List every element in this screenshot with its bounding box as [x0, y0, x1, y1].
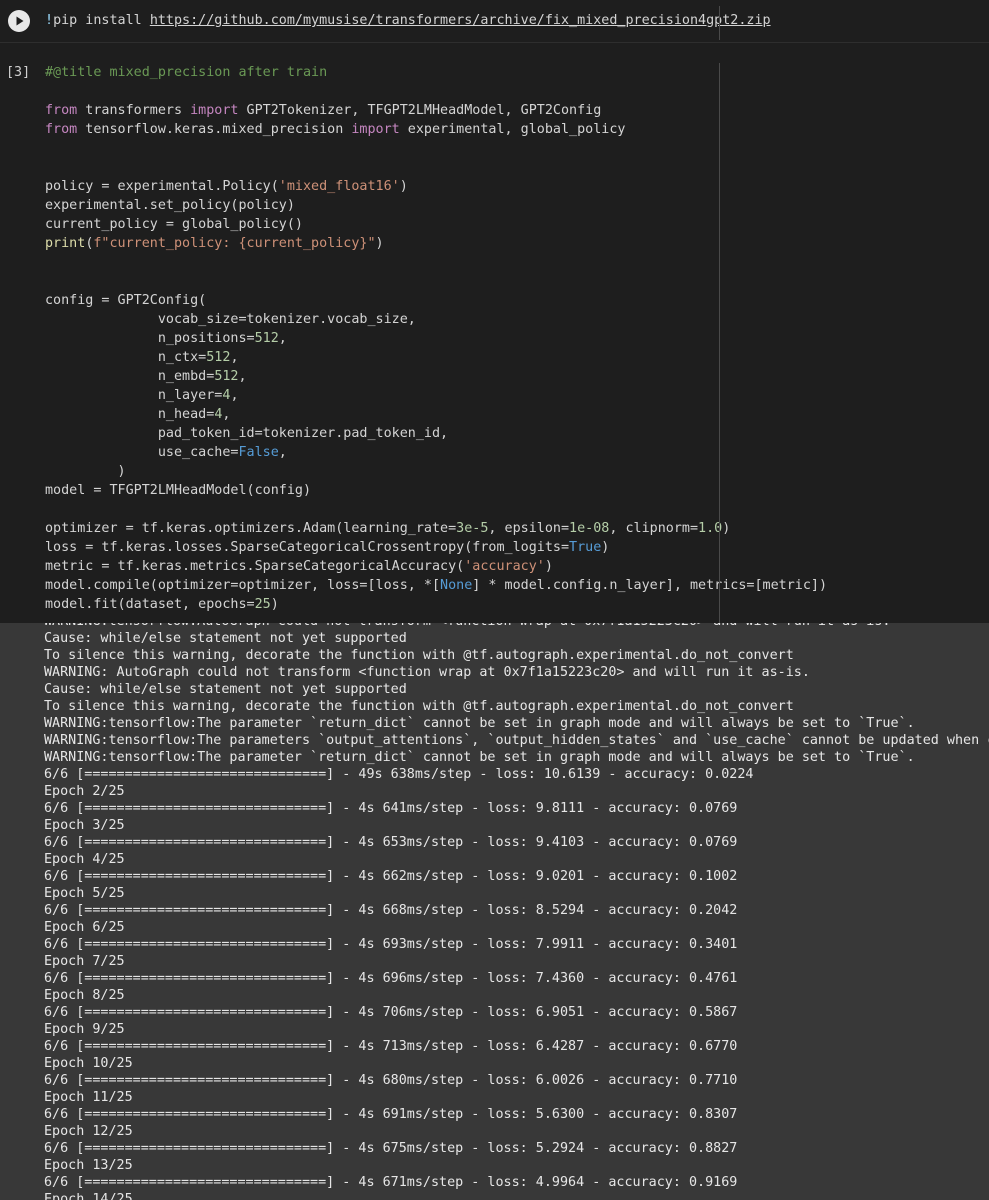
code-line-25: optimizer = tf.keras.optimizers.Adam(lea… [45, 521, 731, 536]
code-cell-training[interactable]: [3] #@title mixed_precision after train f… [0, 53, 989, 665]
code-line-26: loss = tf.keras.losses.SparseCategorical… [45, 540, 610, 555]
output-line: Epoch 13/25 [44, 1158, 133, 1173]
code-cell-pip-install[interactable]: !pip install https://github.com/mymusise… [0, 0, 989, 43]
output-line: 6/6 [==============================] - 4… [44, 971, 738, 986]
output-line: WARNING:tensorflow:AutoGraph could not t… [44, 623, 989, 630]
output-line: 6/6 [==============================] - 4… [44, 937, 738, 952]
code-line-27: metric = tf.keras.metrics.SparseCategori… [45, 559, 553, 574]
code-line-7: policy = experimental.Policy('mixed_floa… [45, 179, 408, 194]
line-length-ruler [719, 63, 720, 665]
output-line: Epoch 14/25 [44, 1192, 133, 1200]
package-url-link[interactable]: https://github.com/mymusise/transformers… [150, 13, 771, 28]
code-line-4: from tensorflow.keras.mixed_precision im… [45, 122, 626, 137]
output-text: WARNING:tensorflow:AutoGraph could not t… [44, 623, 989, 1200]
output-line: 6/6 [==============================] - 4… [44, 801, 738, 816]
code-line-20: pad_token_id=tokenizer.pad_token_id, [45, 426, 449, 441]
output-line: Epoch 9/25 [44, 1022, 125, 1037]
output-line: 6/6 [==============================] - 4… [44, 1175, 738, 1190]
output-line: 6/6 [==============================] - 4… [44, 1073, 738, 1088]
code-line-14: vocab_size=tokenizer.vocab_size, [45, 312, 416, 327]
code-line-17: n_embd=512, [45, 369, 247, 384]
output-line: Epoch 7/25 [44, 954, 125, 969]
code-line-18: n_layer=4, [45, 388, 239, 403]
code-line-13: config = GPT2Config( [45, 293, 207, 308]
cell-code-line[interactable]: !pip install https://github.com/mymusise… [45, 11, 771, 30]
run-cell-button[interactable] [8, 10, 30, 32]
execution-count: [3] [6, 65, 31, 80]
output-line: 6/6 [==============================] - 4… [44, 767, 754, 782]
output-line: 6/6 [==============================] - 4… [44, 1107, 738, 1122]
cell-separator [0, 43, 989, 53]
output-line: Epoch 2/25 [44, 784, 125, 799]
output-line: To silence this warning, decorate the fu… [44, 699, 794, 714]
play-icon [16, 16, 24, 26]
output-line: Epoch 11/25 [44, 1090, 133, 1105]
code-line-29: model.fit(dataset, epochs=25) [45, 597, 279, 612]
output-line: WARNING: AutoGraph could not transform <… [44, 665, 810, 680]
output-line: Epoch 10/25 [44, 1056, 133, 1071]
output-line: 6/6 [==============================] - 4… [44, 1039, 738, 1054]
output-line: Epoch 8/25 [44, 988, 125, 1003]
code-editor[interactable]: #@title mixed_precision after train from … [45, 63, 827, 614]
output-line: 6/6 [==============================] - 4… [44, 1005, 738, 1020]
code-line-19: n_head=4, [45, 407, 231, 422]
output-line: Cause: while/else statement not yet supp… [44, 631, 407, 646]
code-line-9: current_policy = global_policy() [45, 217, 303, 232]
output-line: Cause: while/else statement not yet supp… [44, 682, 407, 697]
output-line: 6/6 [==============================] - 4… [44, 903, 738, 918]
output-line: 6/6 [==============================] - 4… [44, 835, 738, 850]
output-line: Epoch 12/25 [44, 1124, 133, 1139]
output-line: WARNING:tensorflow:The parameter `return… [44, 716, 915, 731]
code-line-21: use_cache=False, [45, 445, 287, 460]
shell-bang: ! [45, 13, 54, 28]
code-line-23: model = TFGPT2LMHeadModel(config) [45, 483, 312, 498]
code-line-3: from transformers import GPT2Tokenizer, … [45, 103, 602, 118]
output-line: 6/6 [==============================] - 4… [44, 869, 738, 884]
output-line: Epoch 6/25 [44, 920, 125, 935]
output-line: WARNING:tensorflow:The parameters `outpu… [44, 733, 989, 748]
line-length-ruler [719, 6, 720, 40]
code-line-8: experimental.set_policy(policy) [45, 198, 295, 213]
code-line-1: #@title mixed_precision after train [45, 65, 328, 80]
output-line: Epoch 3/25 [44, 818, 125, 833]
code-line-10: print(f"current_policy: {current_policy}… [45, 236, 384, 251]
code-line-22: ) [45, 464, 126, 479]
code-line-15: n_positions=512, [45, 331, 287, 346]
output-line: To silence this warning, decorate the fu… [44, 648, 794, 663]
output-line: Epoch 5/25 [44, 886, 125, 901]
code-line-28: model.compile(optimizer=optimizer, loss=… [45, 578, 828, 593]
shell-command: pip install [53, 13, 150, 28]
output-line: 6/6 [==============================] - 4… [44, 1141, 738, 1156]
output-line: WARNING:tensorflow:The parameter `return… [44, 750, 915, 765]
output-line: Epoch 4/25 [44, 852, 125, 867]
code-line-16: n_ctx=512, [45, 350, 239, 365]
cell-output[interactable]: WARNING:tensorflow:AutoGraph could not t… [0, 623, 989, 1200]
